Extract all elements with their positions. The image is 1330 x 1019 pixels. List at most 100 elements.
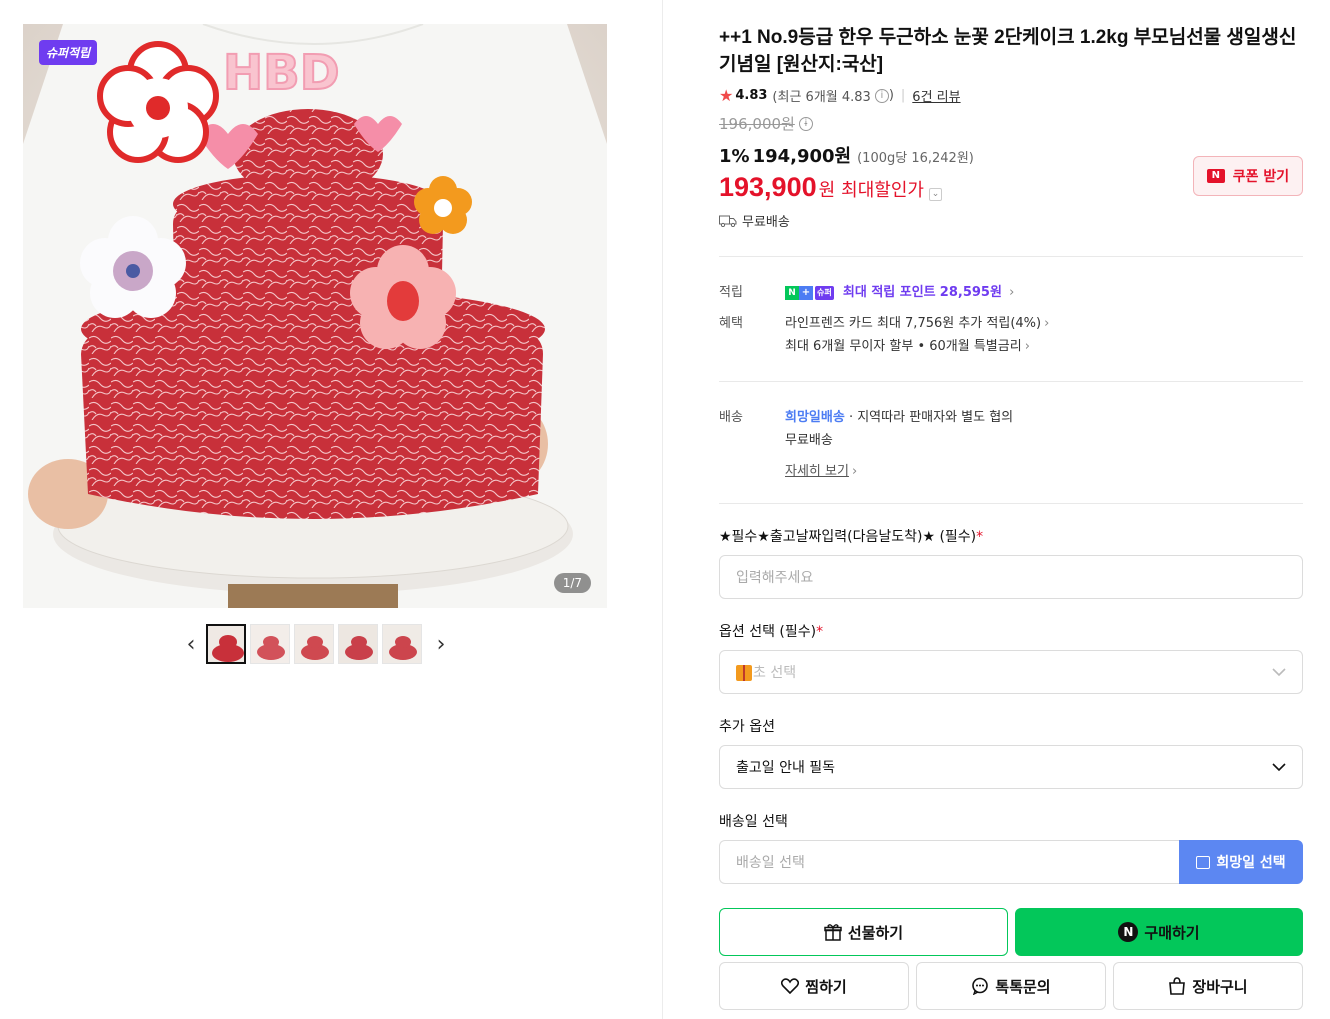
thumbnail-3[interactable] [294,624,334,664]
review-count-link[interactable]: 6건 리뷰 [912,86,960,105]
chevron-down-icon[interactable]: ⌄ [928,188,942,201]
thumbnail-1[interactable] [206,624,246,664]
divider [719,381,1303,382]
delivery-desc: · 지역따라 판매자와 별도 협의 [848,410,1014,425]
max-discount-currency: 원 [818,180,836,201]
coupon-button[interactable]: N 쿠폰 받기 [1193,156,1303,196]
original-price-row: 196,000원 i [719,113,1303,134]
secondary-actions: 찜하기 톡톡문의 장바구니 [719,962,1303,1010]
benefit-label: 혜택 [719,316,743,331]
shopping-bag-icon [1168,977,1186,995]
column-divider [662,0,663,1019]
thumbnail-2[interactable] [250,624,290,664]
naver-coupon-icon: N [1206,169,1225,183]
talk-inquiry-button[interactable]: 톡톡문의 [916,962,1106,1010]
benefit-installment-text: 최대 6개월 무이자 할부 • 60개월 특별금리 [785,339,1022,354]
rating-separator: | [900,88,906,103]
buy-button-label: 구매하기 [1144,923,1200,942]
thumbnail-strip: ‹ › [176,624,456,664]
chevron-right-icon[interactable]: › [1009,285,1014,300]
image-counter: 1/7 [553,573,591,593]
shipping-text: 무료배송 [742,215,790,230]
original-price: 196,000원 [719,115,795,133]
ship-date-field-label: ★필수★출고날짜입력(다음날도착)★ (필수)* [719,526,1303,546]
rating-close: ) [888,88,894,103]
chevron-down-icon [1272,668,1286,677]
delivery-type: 희망일배송 [785,410,845,425]
chat-bubble-icon [971,977,989,995]
naver-pay-icon: N [1118,922,1139,942]
chevron-right-icon: › [1044,316,1050,331]
max-discount-label: 최대할인가 [841,180,924,201]
buy-button[interactable]: N 구매하기 [1015,908,1303,956]
option-field-label-text: 옵션 선택 (필수) [719,624,817,640]
product-info-panel: ++1 No.9등급 한우 두근하소 눈꽃 2단케이크 1.2kg 부모님선물 … [719,24,1303,1010]
desired-date-button-label: 희망일 선택 [1216,855,1286,871]
rating-score: 4.83 [735,88,768,103]
max-discount-price: 193,900 [719,172,817,202]
extra-option-label: 추가 옵션 [719,719,775,735]
divider [719,503,1303,504]
details-link-row[interactable]: 자세히 보기 › [785,460,1303,483]
delivery-date-row: 배송일 선택 희망일 선택 [719,840,1303,884]
price-info-icon[interactable]: i [798,116,813,131]
gift-button[interactable]: 선물하기 [719,908,1008,956]
thumbnail-4[interactable] [338,624,378,664]
star-icon: ★ [719,86,734,105]
delivery-section: 배송 희망일배송 · 지역따라 판매자와 별도 협의 무료배송 자세히 보기 › [719,406,1303,483]
option-field-label: 옵션 선택 (필수)* [719,621,1303,641]
discount-rate: 1% [719,146,750,167]
truck-icon [719,215,737,227]
points-label: 적립 [719,285,743,300]
gift-button-label: 선물하기 [847,923,904,942]
primary-actions: 선물하기 N 구매하기 [719,908,1303,956]
extra-option-value: 출고일 안내 필독 [736,760,836,776]
delivery-date-input[interactable]: 배송일 선택 [719,840,1179,884]
wishlist-button-label: 찜하기 [805,977,847,996]
required-mark: * [976,529,984,545]
benefit-section: 혜택 라인프렌즈 카드 최대 7,756원 추가 적립(4%) › 최대 6개월 … [719,312,1303,358]
points-value[interactable]: 28,595원 [940,285,1002,300]
naver-plus-badge-icon: N + 슈퍼 [785,285,834,300]
calendar-icon [1196,855,1211,869]
thumbnail-5[interactable] [382,624,422,664]
ship-date-input[interactable]: 입력해주세요 [719,555,1303,599]
required-mark: * [816,624,824,640]
wishlist-button[interactable]: 찜하기 [719,962,909,1010]
points-text[interactable]: 최대 적립 포인트 [843,285,936,300]
chevron-right-icon: › [1024,339,1030,354]
divider [719,256,1303,257]
sale-price: 194,900원 [752,146,852,167]
details-link[interactable]: 자세히 보기 [785,464,849,479]
delivery-fee: 무료배송 [785,433,833,448]
shipping-row: 무료배송 [719,211,1303,230]
unit-price: (100g당 16,242원) [857,151,974,166]
gift-box-icon [824,923,842,941]
chevron-down-icon [1272,763,1286,772]
heart-icon [781,978,800,994]
rating-recent: (최근 6개월 4.83 [772,90,871,105]
cart-button[interactable]: 장바구니 [1113,962,1303,1010]
thumbnail-next-arrow-icon[interactable]: › [426,624,456,664]
ship-date-field-label-text: ★필수★출고날짜입력(다음날도착)★ (필수) [719,529,977,545]
coupon-button-label: 쿠폰 받기 [1232,169,1290,185]
product-main-image[interactable]: HBD 슈퍼적립 1/7 [23,24,607,608]
super-points-badge: 슈퍼적립 [39,40,98,65]
product-title: ++1 No.9등급 한우 두근하소 눈꽃 2단케이크 1.2kg 부모님선물 … [719,27,1297,75]
points-section: 적립 N + 슈퍼 최대 적립 포인트 28,595원 › [719,281,1303,304]
meat-cake-illustration: HBD [23,24,607,608]
info-icon[interactable]: i [874,88,889,103]
benefit-installment-line[interactable]: 최대 6개월 무이자 할부 • 60개월 특별금리 › [785,335,1303,358]
svg-text:HBD: HBD [223,45,340,101]
delivery-label: 배송 [719,410,743,425]
gift-icon [736,665,752,681]
cart-button-label: 장바구니 [1192,977,1248,996]
desired-date-button[interactable]: 희망일 선택 [1179,840,1303,884]
talk-inquiry-button-label: 톡톡문의 [995,977,1051,996]
extra-option-select[interactable]: 출고일 안내 필독 [719,745,1303,789]
option-select[interactable]: 초 선택 [719,650,1303,694]
thumbnail-prev-arrow-icon[interactable]: ‹ [176,624,206,664]
benefit-card-line[interactable]: 라인프렌즈 카드 최대 7,756원 추가 적립(4%) › [785,312,1303,335]
option-select-placeholder: 초 선택 [753,665,797,681]
delivery-date-label: 배송일 선택 [719,814,788,830]
